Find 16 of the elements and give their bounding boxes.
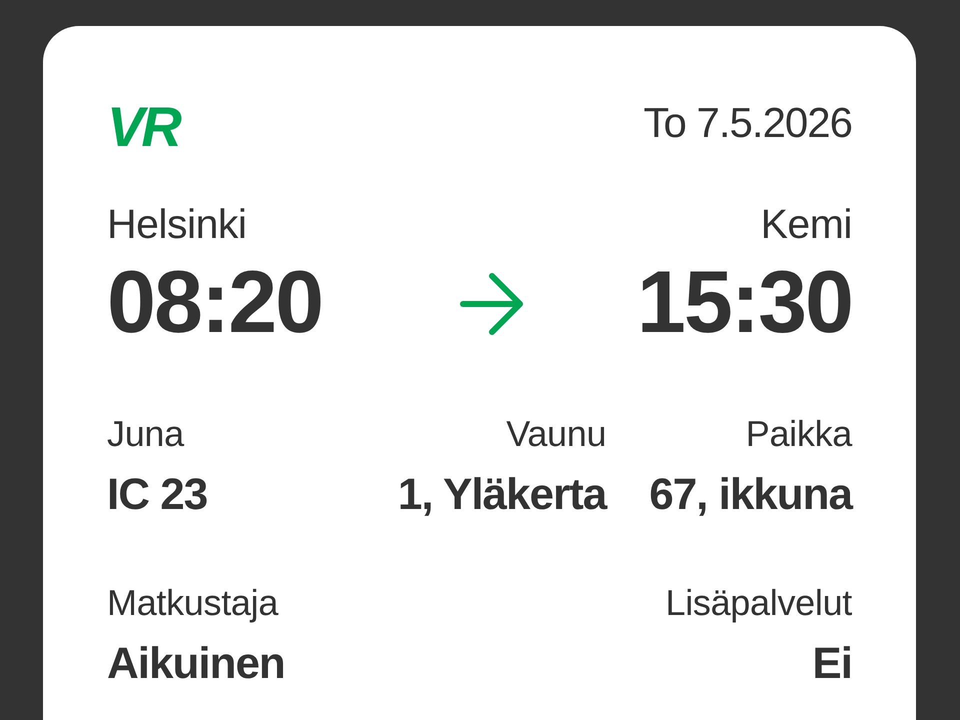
field-value: Aikuinen	[107, 638, 285, 690]
field-label: Lisäpalvelut	[665, 581, 852, 624]
station-name: Helsinki	[107, 200, 247, 248]
field-value: IC 23	[107, 469, 208, 521]
field-value: 1, Yläkerta	[398, 469, 606, 521]
travel-date: To 7.5.2026	[643, 98, 852, 148]
station-name: Kemi	[760, 200, 852, 248]
departure-time: 08:20	[107, 258, 322, 346]
field-label: Paikka	[746, 412, 852, 455]
field-label: Matkustaja	[107, 581, 278, 624]
arrival-time: 15:30	[636, 258, 852, 346]
field-label: Juna	[107, 412, 184, 455]
field-value: 67, ikkuna	[649, 469, 852, 521]
field-value: Ei	[812, 638, 852, 690]
brand-logo: VR	[107, 102, 179, 152]
field-label: Vaunu	[506, 412, 606, 455]
